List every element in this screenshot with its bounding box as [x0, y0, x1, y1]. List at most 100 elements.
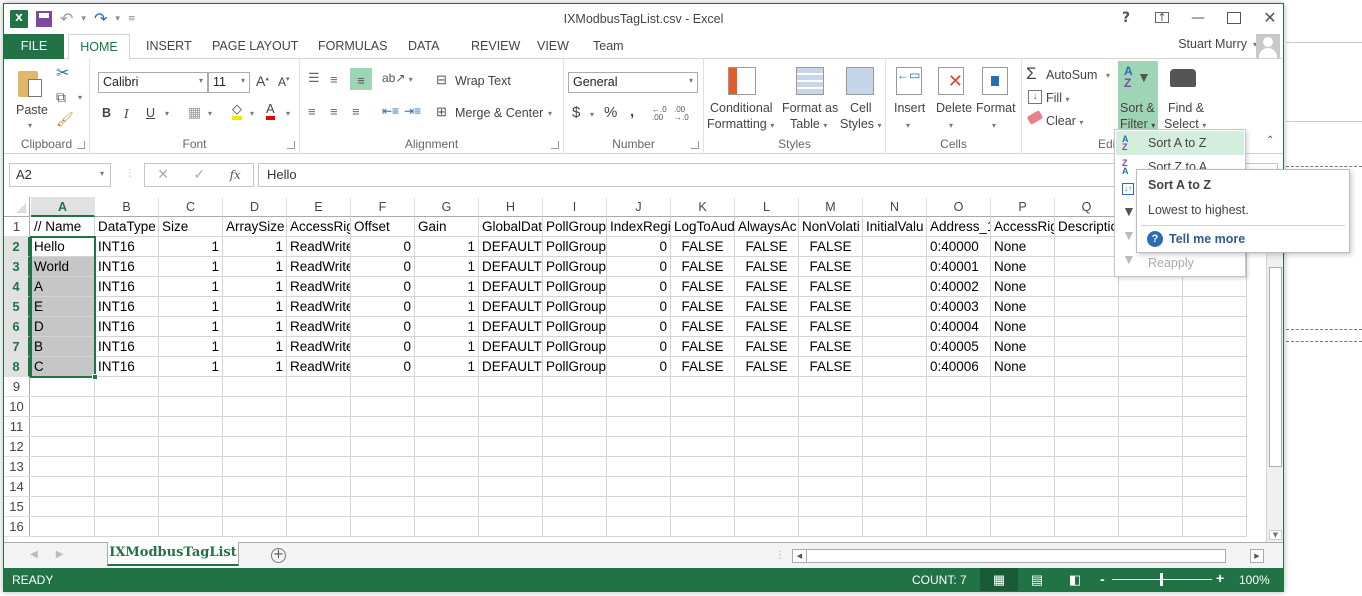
clear-button[interactable]: Clear ▾	[1046, 114, 1083, 128]
number-format-select[interactable]: General ▾	[568, 72, 698, 93]
empty-cell[interactable]	[159, 437, 223, 457]
sort-filter-button[interactable]: AZ ▼ Sort & Filter ▾	[1118, 61, 1158, 133]
underline-button[interactable]: U	[146, 106, 155, 120]
column-header-b[interactable]: B	[95, 197, 159, 217]
increase-font-size-icon[interactable]: A▴	[256, 73, 269, 89]
empty-cell[interactable]	[31, 377, 95, 397]
borders-dropdown-icon[interactable]: ▾	[208, 109, 212, 118]
empty-cell[interactable]	[223, 417, 287, 437]
empty-cell[interactable]	[799, 497, 863, 517]
data-cell[interactable]: DEFAULT	[479, 317, 543, 337]
empty-cell[interactable]	[1119, 397, 1183, 417]
data-cell[interactable]: 0	[607, 297, 671, 317]
empty-cell[interactable]	[479, 497, 543, 517]
header-cell[interactable]: Offset	[351, 217, 415, 237]
column-header-m[interactable]: M	[799, 197, 863, 217]
empty-cell[interactable]	[799, 457, 863, 477]
data-cell[interactable]: None	[991, 317, 1055, 337]
data-cell[interactable]: D	[31, 317, 95, 337]
cut-icon[interactable]: ✂	[56, 63, 69, 83]
data-cell[interactable]: 0	[607, 237, 671, 257]
font-name-select[interactable]: Calibri ▾	[98, 72, 208, 93]
data-cell[interactable]: 1	[159, 337, 223, 357]
empty-cell[interactable]	[991, 417, 1055, 437]
data-cell[interactable]: FALSE	[799, 337, 863, 357]
data-cell[interactable]: 0:40004	[927, 317, 991, 337]
empty-cell[interactable]	[735, 457, 799, 477]
empty-cell[interactable]	[863, 377, 927, 397]
empty-cell[interactable]	[543, 377, 607, 397]
data-cell[interactable]: World	[31, 257, 95, 277]
empty-cell[interactable]	[1119, 457, 1183, 477]
empty-cell[interactable]	[159, 397, 223, 417]
data-cell[interactable]: FALSE	[735, 357, 799, 377]
empty-cell[interactable]	[1183, 277, 1247, 297]
empty-cell[interactable]	[31, 477, 95, 497]
data-cell[interactable]: ReadWrite	[287, 317, 351, 337]
data-cell[interactable]: A	[31, 277, 95, 297]
currency-dropdown-icon[interactable]: ▾	[590, 110, 594, 119]
header-cell[interactable]: AlwaysAc	[735, 217, 799, 237]
column-header-a[interactable]: A	[31, 197, 95, 217]
data-cell[interactable]: INT16	[95, 337, 159, 357]
copy-icon[interactable]: ⧉	[56, 89, 66, 106]
data-cell[interactable]: None	[991, 277, 1055, 297]
empty-cell[interactable]	[1055, 417, 1119, 437]
comma-style-button[interactable]: ,	[630, 103, 634, 120]
empty-cell[interactable]	[671, 377, 735, 397]
empty-cell[interactable]	[607, 417, 671, 437]
empty-cell[interactable]	[223, 377, 287, 397]
row-header[interactable]: 10	[4, 397, 30, 417]
empty-cell[interactable]	[543, 417, 607, 437]
empty-cell[interactable]	[287, 397, 351, 417]
data-cell[interactable]: 0	[351, 317, 415, 337]
data-cell[interactable]: PollGroup	[543, 277, 607, 297]
header-cell[interactable]: Address_1	[927, 217, 991, 237]
data-cell[interactable]: None	[991, 337, 1055, 357]
row-header[interactable]: 14	[4, 477, 30, 497]
data-cell[interactable]: DEFAULT	[479, 337, 543, 357]
empty-cell[interactable]	[1183, 517, 1247, 537]
data-cell[interactable]: ReadWrite	[287, 337, 351, 357]
zoom-level[interactable]: 100%	[1239, 573, 1270, 587]
data-cell[interactable]	[863, 337, 927, 357]
column-header-k[interactable]: K	[671, 197, 735, 217]
sheet-tab-active[interactable]: IXModbusTagList	[107, 542, 239, 566]
data-cell[interactable]: 1	[223, 237, 287, 257]
row-header[interactable]: 15	[4, 497, 30, 517]
percent-button[interactable]: %	[604, 104, 617, 121]
empty-cell[interactable]	[735, 377, 799, 397]
fill-button[interactable]: Fill ▾	[1046, 91, 1069, 105]
tab-home[interactable]: HOME	[68, 34, 130, 60]
data-cell[interactable]: FALSE	[735, 277, 799, 297]
data-cell[interactable]	[863, 317, 927, 337]
empty-cell[interactable]	[31, 517, 95, 537]
data-cell[interactable]	[1055, 317, 1119, 337]
empty-cell[interactable]	[415, 477, 479, 497]
data-cell[interactable]: FALSE	[671, 297, 735, 317]
empty-cell[interactable]	[607, 377, 671, 397]
empty-cell[interactable]	[1055, 437, 1119, 457]
empty-cell[interactable]	[351, 417, 415, 437]
empty-cell[interactable]	[543, 397, 607, 417]
empty-cell[interactable]	[927, 397, 991, 417]
empty-cell[interactable]	[159, 417, 223, 437]
data-cell[interactable]	[863, 257, 927, 277]
empty-cell[interactable]	[479, 477, 543, 497]
paste-button[interactable]	[18, 68, 46, 98]
data-cell[interactable]: 1	[415, 317, 479, 337]
empty-cell[interactable]	[991, 517, 1055, 537]
empty-cell[interactable]	[287, 377, 351, 397]
data-cell[interactable]: 1	[415, 357, 479, 377]
header-cell[interactable]: ArraySize	[223, 217, 287, 237]
empty-cell[interactable]	[1183, 377, 1247, 397]
header-cell[interactable]: AccessRig	[991, 217, 1055, 237]
page-layout-view-icon[interactable]: ▤	[1018, 568, 1056, 591]
data-cell[interactable]: FALSE	[735, 297, 799, 317]
empty-cell[interactable]	[1055, 517, 1119, 537]
column-header-c[interactable]: C	[159, 197, 223, 217]
row-header[interactable]: 16	[4, 517, 30, 537]
empty-cell[interactable]	[607, 437, 671, 457]
font-color-icon[interactable]: A	[266, 102, 275, 120]
normal-view-icon[interactable]: ▦	[980, 568, 1018, 591]
